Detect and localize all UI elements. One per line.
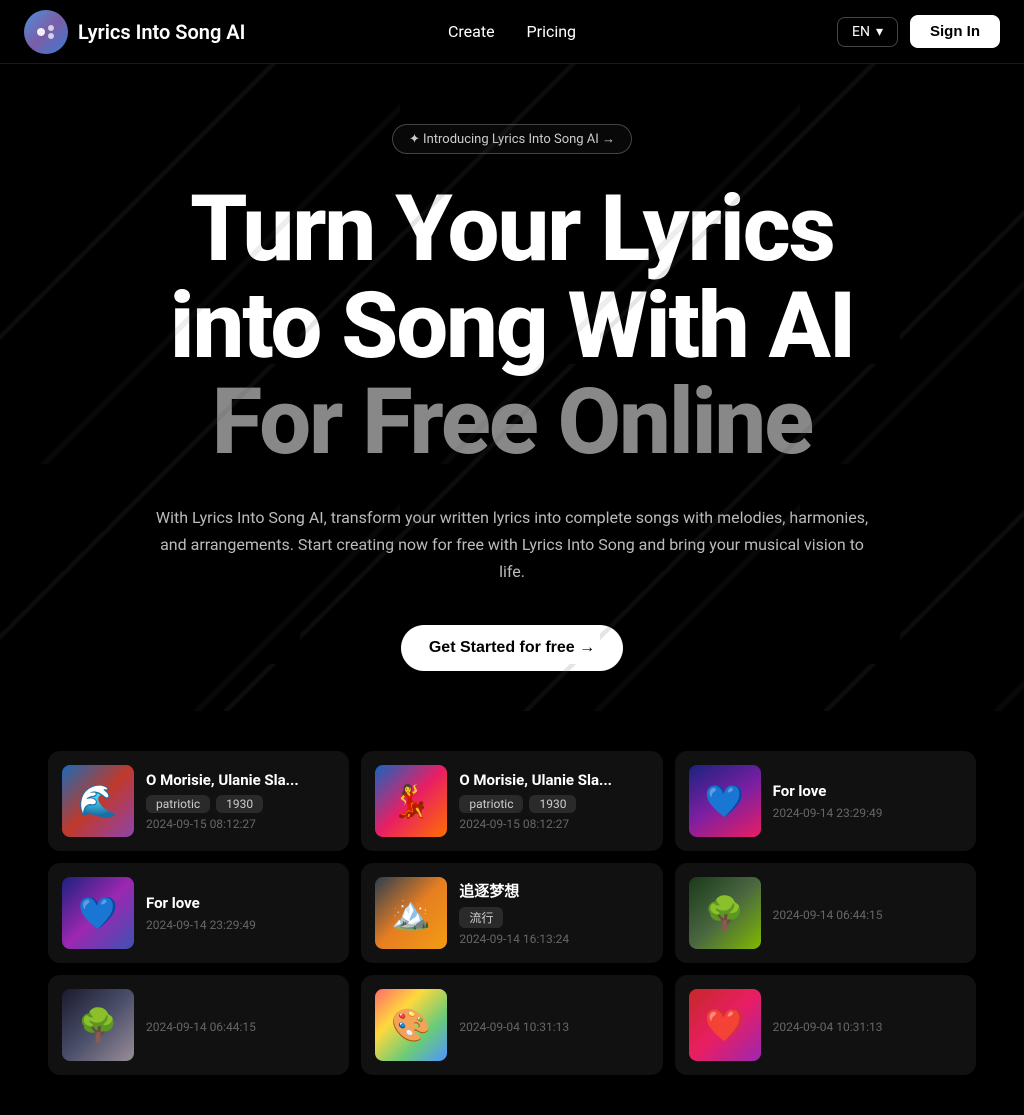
nav-create[interactable]: Create xyxy=(448,22,495,41)
navbar: Lyrics Into Song AI Create Pricing EN ▾ … xyxy=(0,0,1024,64)
song-date: 2024-09-15 08:12:27 xyxy=(146,817,335,831)
song-card[interactable]: 💃 O Morisie, Ulanie Sla... patriotic 1930 20… xyxy=(361,751,662,851)
song-card[interactable]: 🎨 2024-09-04 10:31:13 xyxy=(361,975,662,1075)
song-info: 2024-09-04 10:31:13 xyxy=(459,1016,648,1034)
song-thumbnail: 🌳 xyxy=(689,877,761,949)
song-card[interactable]: 🌳 2024-09-14 06:44:15 xyxy=(675,863,976,963)
song-date: 2024-09-14 16:13:24 xyxy=(459,932,648,946)
chevron-down-icon: ▾ xyxy=(876,24,883,40)
song-info: 追逐梦想流行 2024-09-14 16:13:24 xyxy=(459,880,648,946)
song-card[interactable]: 🏔️ 追逐梦想流行 2024-09-14 16:13:24 xyxy=(361,863,662,963)
song-card[interactable]: 🌊 O Morisie, Ulanie Sla... patriotic 1930 20… xyxy=(48,751,349,851)
song-title: For love xyxy=(146,894,335,912)
intro-badge[interactable]: ✦ Introducing Lyrics Into Song AI → xyxy=(392,124,632,154)
song-info: For love 2024-09-14 23:29:49 xyxy=(146,894,335,932)
hero-title: Turn Your Lyrics into Song With AI For F… xyxy=(40,182,984,472)
song-info: For love 2024-09-14 23:29:49 xyxy=(773,782,962,820)
song-info: O Morisie, Ulanie Sla... patriotic 1930 202… xyxy=(146,771,335,831)
song-info: 2024-09-14 06:44:15 xyxy=(773,904,962,922)
song-thumbnail: 🌊 xyxy=(62,765,134,837)
song-info: 2024-09-14 06:44:15 xyxy=(146,1016,335,1034)
nav-pricing[interactable]: Pricing xyxy=(527,22,577,41)
song-date: 2024-09-14 06:44:15 xyxy=(146,1020,335,1034)
song-thumbnail: 💃 xyxy=(375,765,447,837)
song-thumbnail: 💙 xyxy=(62,877,134,949)
song-thumbnail: ❤️ xyxy=(689,989,761,1061)
song-tag: 1930 xyxy=(216,795,263,813)
song-date: 2024-09-04 10:31:13 xyxy=(459,1020,648,1034)
song-tag: 1930 xyxy=(529,795,576,813)
song-date: 2024-09-15 08:12:27 xyxy=(459,817,648,831)
song-thumbnail: 🎨 xyxy=(375,989,447,1061)
logo[interactable]: Lyrics Into Song AI xyxy=(24,10,245,54)
song-tag: patriotic xyxy=(459,795,523,813)
hero-section: ✦ Introducing Lyrics Into Song AI → Turn… xyxy=(0,64,1024,711)
song-info: 2024-09-04 10:31:13 xyxy=(773,1016,962,1034)
song-tag: patriotic xyxy=(146,795,210,813)
song-date: 2024-09-14 23:29:49 xyxy=(773,806,962,820)
song-tag: 流行 xyxy=(459,907,503,928)
song-title: 追逐梦想 xyxy=(459,880,648,901)
logo-icon xyxy=(24,10,68,54)
nav-right: EN ▾ Sign In xyxy=(837,15,1000,48)
song-card[interactable]: 🌳 2024-09-14 06:44:15 xyxy=(48,975,349,1075)
song-tags: patriotic 1930 xyxy=(459,795,648,813)
song-thumbnail: 💙 xyxy=(689,765,761,837)
song-tags: patriotic 1930 xyxy=(146,795,335,813)
hero-title-line2: into Song With AI xyxy=(170,273,854,380)
song-tags: 流行 xyxy=(459,907,648,928)
song-info: O Morisie, Ulanie Sla... patriotic 1930 202… xyxy=(459,771,648,831)
song-thumbnail: 🏔️ xyxy=(375,877,447,949)
site-title: Lyrics Into Song AI xyxy=(78,20,245,44)
song-title: For love xyxy=(773,782,962,800)
song-title: O Morisie, Ulanie Sla... xyxy=(146,771,335,789)
song-card[interactable]: 💙 For love 2024-09-14 23:29:49 xyxy=(675,751,976,851)
get-started-button[interactable]: Get Started for free → xyxy=(401,625,623,671)
sign-in-button[interactable]: Sign In xyxy=(910,15,1000,48)
song-date: 2024-09-14 23:29:49 xyxy=(146,918,335,932)
song-card[interactable]: 💙 For love 2024-09-14 23:29:49 xyxy=(48,863,349,963)
song-date: 2024-09-04 10:31:13 xyxy=(773,1020,962,1034)
lang-label: EN xyxy=(852,24,870,40)
hero-title-line1: Turn Your Lyrics xyxy=(190,176,834,283)
song-grid: 🌊 O Morisie, Ulanie Sla... patriotic 1930 20… xyxy=(0,711,1024,1115)
song-card[interactable]: ❤️ 2024-09-04 10:31:13 xyxy=(675,975,976,1075)
hero-description: With Lyrics Into Song AI, transform your… xyxy=(152,504,872,586)
song-thumbnail: 🌳 xyxy=(62,989,134,1061)
language-selector[interactable]: EN ▾ xyxy=(837,17,898,47)
song-title: O Morisie, Ulanie Sla... xyxy=(459,771,648,789)
hero-title-line3: For Free Online xyxy=(212,369,812,476)
song-date: 2024-09-14 06:44:15 xyxy=(773,908,962,922)
nav-links: Create Pricing xyxy=(448,22,576,41)
